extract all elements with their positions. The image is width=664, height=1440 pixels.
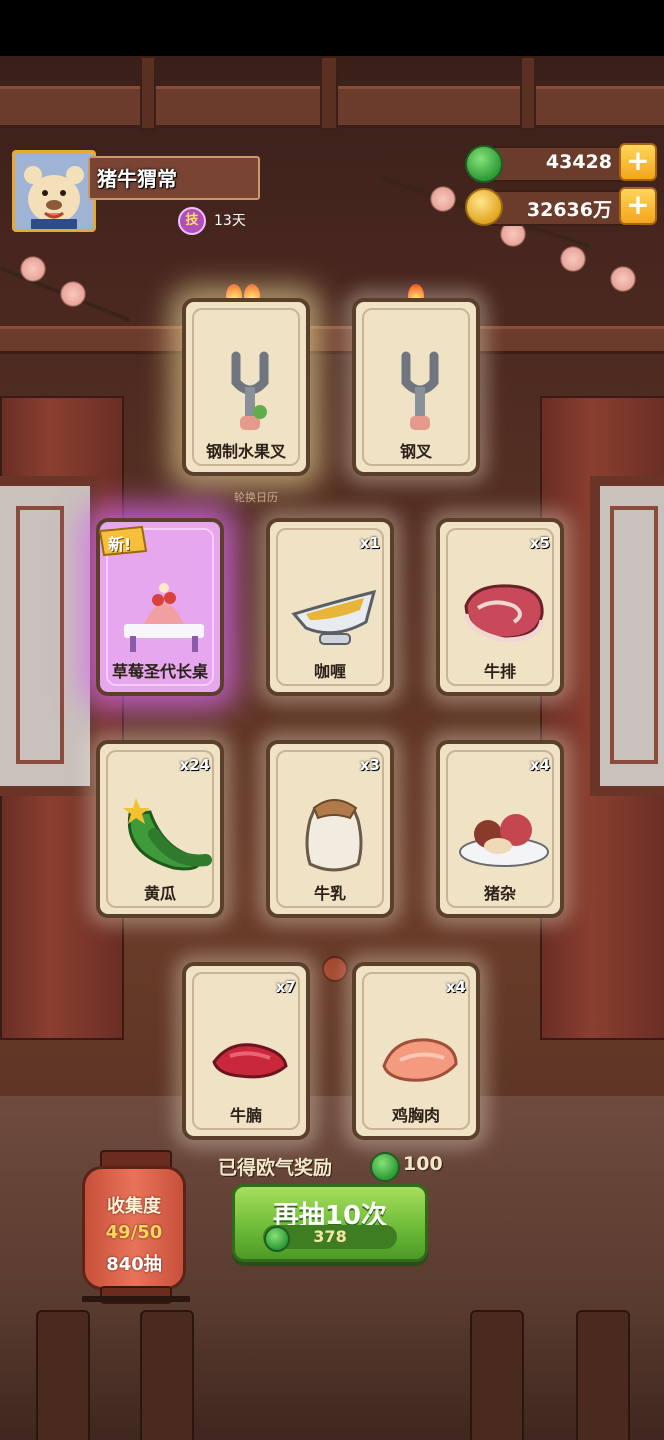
jade-icon	[465, 145, 503, 183]
right-window	[590, 476, 664, 796]
card-count: x4	[445, 978, 466, 996]
card-beef-brisket[interactable]: x7 牛腩	[182, 962, 310, 1140]
fence-post	[576, 1310, 630, 1440]
card-steel-fruit-fork[interactable]: 钢制水果叉	[182, 298, 310, 476]
skill-days: 13天	[214, 213, 246, 229]
coin-value: 32636万	[526, 199, 612, 221]
offal-plate-icon	[459, 814, 549, 867]
blossom	[610, 266, 636, 292]
collection-lantern[interactable]: 收集度 49/50 840抽	[82, 1150, 186, 1304]
card-count: x3	[359, 756, 380, 774]
player-avatar[interactable]	[12, 150, 96, 232]
center-ornament	[322, 956, 348, 982]
card-steak[interactable]: x5 牛排	[436, 518, 564, 696]
coin-icon	[465, 188, 503, 226]
new-badge-label: 新!	[108, 535, 132, 554]
fork-icon	[401, 351, 439, 430]
strawberry-sundae-table-icon	[124, 583, 204, 652]
blossom	[20, 256, 46, 282]
card-steel-fork[interactable]: 钢叉	[352, 298, 480, 476]
card-curry[interactable]: x1 咖喱	[266, 518, 394, 696]
blossom	[430, 186, 456, 212]
fence-post	[36, 1310, 90, 1440]
jade-icon	[370, 1152, 400, 1182]
card-label: 钢制水果叉	[205, 442, 286, 461]
card-label: 牛腩	[229, 1106, 262, 1125]
fence-post	[470, 1310, 524, 1440]
player-name: 猪牛猬常	[97, 167, 177, 191]
collection-title: 收集度	[107, 1196, 161, 1217]
card-label: 猪杂	[483, 884, 516, 903]
card-count: x24	[179, 756, 210, 774]
bear-avatar-icon	[15, 153, 93, 229]
fence-post	[140, 1310, 194, 1440]
card-label: 黄瓜	[143, 884, 176, 903]
card-label: 咖喱	[313, 662, 346, 681]
card-label: 钢叉	[399, 442, 432, 461]
card-chicken-breast[interactable]: x4 鸡胸肉	[352, 962, 480, 1140]
blossom	[560, 246, 586, 272]
lantern-stand	[82, 1296, 190, 1302]
reward-value: 100	[403, 1153, 443, 1175]
card-label: 牛排	[483, 662, 516, 681]
draw-again-button[interactable]: 再抽10次 378	[232, 1184, 428, 1262]
roof-slat	[140, 56, 156, 130]
card-count: x7	[275, 978, 296, 996]
chicken-breast-icon	[382, 1038, 458, 1082]
jade-icon	[264, 1226, 290, 1252]
cucumber-icon	[123, 798, 212, 871]
roof-slat	[520, 56, 536, 130]
card-count: x4	[529, 756, 550, 774]
card-offal[interactable]: x4 猪杂	[436, 740, 564, 918]
card-cucumber[interactable]: x24 黄瓜	[96, 740, 224, 918]
add-jade-button[interactable]: +	[619, 143, 657, 181]
beef-brisket-icon	[212, 1043, 288, 1079]
card-label: 草莓圣代长桌	[111, 662, 208, 681]
card-count: x5	[529, 534, 550, 552]
new-badge: 新!	[94, 525, 150, 559]
skill-badge[interactable]: 技	[178, 207, 206, 235]
jade-value: 43428	[545, 151, 612, 173]
milk-jar-icon	[305, 799, 363, 872]
card-label: 牛乳	[313, 884, 346, 903]
card-milk[interactable]: x3 牛乳	[266, 740, 394, 918]
collection-draws: 840抽	[106, 1254, 162, 1275]
reward-label: 已得欧气奖励	[218, 1157, 333, 1179]
add-coin-button[interactable]: +	[619, 187, 657, 225]
roof-slat	[320, 56, 338, 130]
blossom	[60, 281, 86, 307]
collection-progress: 49/50	[105, 1222, 163, 1243]
fork-icon	[231, 351, 269, 430]
steak-icon	[463, 584, 545, 643]
left-window	[0, 476, 100, 796]
card-label: 鸡胸肉	[391, 1106, 440, 1125]
calendar-caption: 轮换日历	[234, 491, 278, 504]
curry-boat-icon	[291, 589, 377, 645]
roof-beam-lower	[0, 326, 664, 354]
card-count: x1	[359, 534, 380, 552]
